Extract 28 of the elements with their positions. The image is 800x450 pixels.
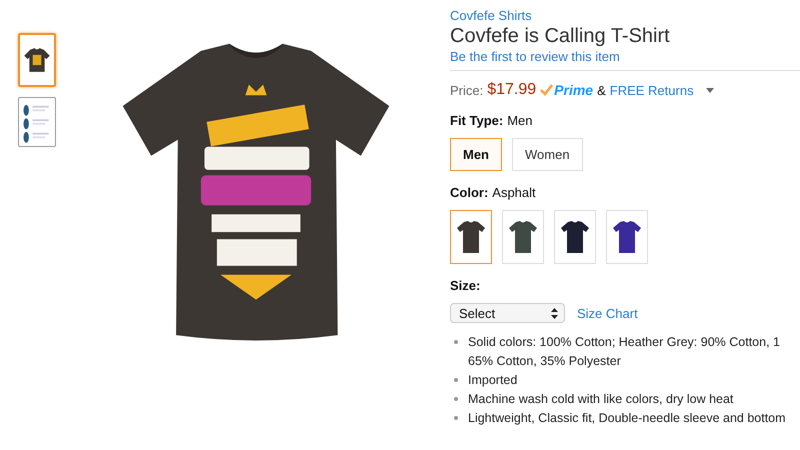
prime-logo: Prime (554, 82, 594, 98)
size-chart-link[interactable]: Size Chart (577, 306, 638, 320)
thumbnail[interactable] (18, 33, 56, 87)
ampersand: & (597, 82, 606, 98)
color-label: Color: (450, 185, 488, 200)
fit-type-option[interactable]: Men (450, 138, 502, 171)
size-select[interactable]: Select (450, 303, 565, 323)
product-title: Covfefe is Calling T-Shirt (450, 25, 671, 48)
feature-text: 65% Cotton, 35% Polyester (468, 353, 622, 370)
price: $17.99 (487, 81, 536, 99)
check-icon (540, 84, 554, 96)
feature-text: Imported (468, 372, 518, 389)
review-link[interactable]: Be the first to review this item (450, 49, 620, 64)
free-returns-link[interactable]: FREE Returns (610, 82, 694, 98)
fit-type-label: Fit Type: (450, 113, 504, 128)
up-down-arrows-icon (551, 308, 558, 318)
color-value: Asphalt (492, 185, 536, 200)
price-label: Price: (450, 82, 484, 98)
thumbnail[interactable] (18, 97, 56, 147)
size-label: Size: (450, 278, 480, 293)
feature-text: Lightweight, Classic fit, Double-needle sleeve and bottom (468, 410, 786, 427)
color-swatch[interactable] (450, 210, 492, 264)
brand-link[interactable]: Covfefe Shirts (450, 8, 800, 23)
caret-icon[interactable] (706, 88, 714, 92)
feature-text: Solid colors: 100% Cotton; Heather Grey: 90% Cotton, 1 (468, 334, 780, 351)
feature-text: Machine wash cold with like colors, dry low heat (468, 391, 734, 408)
fit-type-option[interactable]: Women (512, 138, 583, 171)
fit-type-value: Men (507, 113, 532, 128)
